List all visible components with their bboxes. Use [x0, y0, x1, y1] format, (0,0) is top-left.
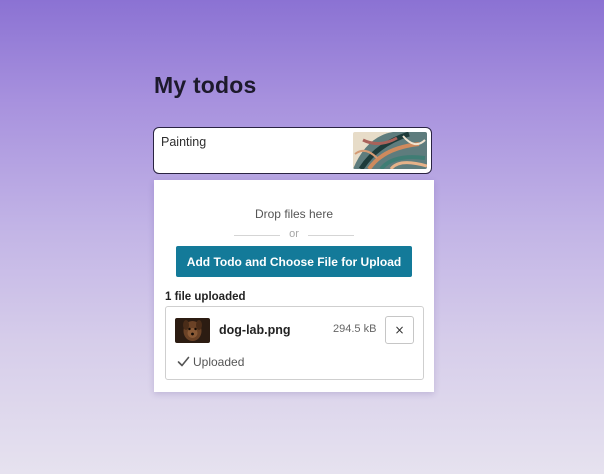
uploaded-file-card: dog-lab.png 294.5 kB × Uploaded: [165, 306, 424, 380]
divider-line-right: [308, 235, 354, 236]
todo-item-text: Painting: [161, 135, 207, 149]
check-icon: [177, 356, 190, 367]
todo-item[interactable]: Painting: [153, 127, 432, 174]
uploaded-count-label: 1 file uploaded: [165, 291, 246, 303]
close-icon: ×: [394, 323, 405, 337]
add-todo-upload-button[interactable]: Add Todo and Choose File for Upload: [176, 246, 412, 277]
remove-file-button[interactable]: ×: [385, 316, 414, 344]
file-uploader-panel: Drop files here or Add Todo and Choose F…: [154, 180, 434, 392]
drop-zone-text: Drop files here: [254, 207, 334, 221]
page-title: My todos: [154, 72, 257, 98]
painting-thumbnail-image: [353, 132, 427, 169]
upload-status: Uploaded: [177, 355, 244, 371]
file-size: 294.5 kB: [333, 323, 377, 335]
dog-photo-thumbnail-image: [175, 318, 210, 343]
file-name: dog-lab.png: [219, 323, 291, 337]
upload-status-text: Uploaded: [193, 355, 245, 369]
or-label: or: [289, 228, 299, 240]
or-divider: or: [234, 228, 354, 242]
